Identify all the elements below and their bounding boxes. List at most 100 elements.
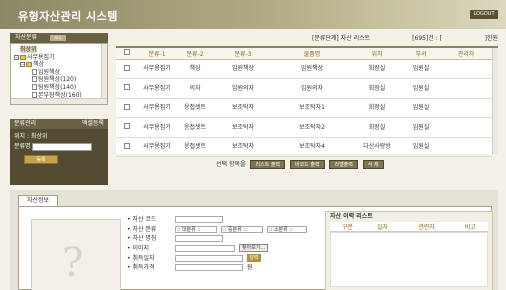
tree-item-desk[interactable]: − 책상 xyxy=(14,61,104,69)
table-row[interactable]: 사무용집기 응접셋트 보조탁자 보조탁자1 회장실 임원실 xyxy=(116,98,492,118)
tree-item-label: 임원책상 xyxy=(38,68,61,76)
category-tree: 최상위 − 사무용집기 − 책상 임원책상 팀원책상(120) 팀원책상(140) … xyxy=(10,43,108,105)
image-path-input[interactable] xyxy=(175,245,235,253)
excel-register-link[interactable]: 엑셀등록 xyxy=(82,119,104,129)
asset-name-input[interactable] xyxy=(175,235,223,243)
col-header[interactable]: 분류-3 xyxy=(214,48,272,60)
col-header[interactable]: 구분 xyxy=(330,222,366,232)
question-mark-icon: ? xyxy=(62,240,84,286)
col-header[interactable]: 물품명 xyxy=(272,48,352,60)
major-category-select[interactable]: :: 대분류 :: xyxy=(175,225,217,233)
history-list xyxy=(330,232,488,287)
row-checkbox[interactable] xyxy=(124,142,130,149)
col-header[interactable]: 관리자 xyxy=(440,48,492,60)
table-cell: 응접셋트 xyxy=(176,137,214,157)
tree-item-root[interactable]: 최상위 xyxy=(14,46,104,54)
select-all-checkbox[interactable] xyxy=(124,49,130,56)
acquired-date-input[interactable] xyxy=(175,254,243,262)
asset-photo-placeholder: ? xyxy=(31,219,121,290)
tree-header: 자산분류 ALL xyxy=(10,33,108,43)
logout-button[interactable]: LOGOUT xyxy=(470,10,498,19)
table-cell xyxy=(440,78,492,99)
field-label: • 자산 코드 xyxy=(127,216,157,223)
tree-item-team-desk-120[interactable]: 팀원책상(120) xyxy=(14,76,104,84)
field-label: • 이미지 xyxy=(127,245,150,253)
table-row[interactable]: 사무용집기 응접셋트 보조탁자 보조탁자4 다산사랑방 임원실 xyxy=(116,137,492,157)
delete-button[interactable]: 삭 제 xyxy=(362,160,384,169)
table-cell xyxy=(440,117,492,138)
asset-code-input[interactable] xyxy=(175,216,223,223)
mgmt-header: 분류관리 엑셀등록 xyxy=(10,119,108,129)
app-title: 유형자산관리 시스템 xyxy=(18,10,118,23)
tree-item-team-desk-140[interactable]: 팀원책상(140) xyxy=(14,83,104,92)
browse-button[interactable]: 찾아보기... xyxy=(239,244,269,253)
row-checkbox[interactable] xyxy=(124,64,130,71)
collapse-icon[interactable]: − xyxy=(14,54,19,60)
table-row[interactable]: 사무용집기 의자 임원의자 임원의자 회장실 임원실 xyxy=(116,78,492,99)
field-label: • 취득가격 xyxy=(127,264,155,272)
middle-category-select[interactable]: :: 중분류 :: xyxy=(221,225,263,233)
asset-detail-section: 자산정보 ? • 자산 코드 • 자산 분류 :: 대분류 :: :: 중분류 … xyxy=(10,190,498,290)
price-input[interactable] xyxy=(175,264,243,272)
collapse-icon[interactable]: − xyxy=(20,62,25,68)
grid-scrollbar[interactable] xyxy=(492,48,498,154)
col-header[interactable]: 분류-1 xyxy=(138,48,176,60)
col-header[interactable]: 부서 xyxy=(402,48,440,60)
col-header[interactable]: 비고 xyxy=(452,222,488,232)
field-label: • 자산 분류 xyxy=(127,225,157,233)
calendar-button[interactable]: 달력 xyxy=(247,253,261,262)
document-icon xyxy=(32,91,37,98)
row-checkbox[interactable] xyxy=(124,123,130,130)
field-label: • 자산 명칭 xyxy=(127,235,157,243)
row-checkbox[interactable] xyxy=(124,103,130,110)
history-title: 자산 이력 리스트 xyxy=(330,213,373,220)
tree-scrollbar-horizontal[interactable] xyxy=(11,98,107,104)
table-cell: 임원실 xyxy=(402,78,440,99)
field-label: • 취득일자 xyxy=(127,254,155,262)
category-name-input[interactable] xyxy=(32,142,93,151)
list-total: [695]건 : [ xyxy=(412,35,442,42)
table-cell: 사무용집기 xyxy=(138,98,176,118)
table-cell: 회장실 xyxy=(352,117,402,138)
register-button[interactable]: 등록 xyxy=(24,155,58,164)
table-cell: 응접셋트 xyxy=(176,117,214,138)
price-unit: 원 xyxy=(247,264,253,272)
col-header[interactable]: 분류-2 xyxy=(176,48,214,60)
document-icon xyxy=(32,83,37,90)
list-header: [분류단계] 자산 리스트 [695]건 : [ ]한원 xyxy=(116,33,498,43)
table-cell: 보조탁자 xyxy=(214,137,272,157)
list-total-end: ]한원 xyxy=(484,35,498,42)
tree-scrollbar-vertical[interactable] xyxy=(101,44,107,104)
select-all-cell[interactable] xyxy=(116,48,138,60)
print-label-button[interactable]: 라벨출력 xyxy=(329,160,358,169)
table-cell: 임원의자 xyxy=(272,78,352,99)
asset-list-grid: 분류-1 분류-2 분류-3 물품명 위치 부서 관리자 사무용집기 책상 임원… xyxy=(116,46,498,157)
grid-header-row: 분류-1 분류-2 분류-3 물품명 위치 부서 관리자 xyxy=(116,48,492,60)
tree-item-label: 사무용집기 xyxy=(27,53,55,61)
table-cell: 임원실 xyxy=(402,98,440,118)
tree-title: 자산분류 xyxy=(15,34,38,41)
row-checkbox[interactable] xyxy=(124,84,130,91)
print-barcode-button[interactable]: 바코드 출력 xyxy=(289,160,325,169)
table-row[interactable]: 사무용집기 책상 임원책상 임원책상 회장실 임원실 xyxy=(116,59,492,79)
asset-form: • 자산 코드 • 자산 분류 :: 대분류 :: :: 중분류 :: :: 소… xyxy=(127,215,307,273)
table-cell: 보조탁자4 xyxy=(272,137,352,157)
all-button[interactable]: ALL xyxy=(50,35,66,41)
table-cell: 사무용집기 xyxy=(138,78,176,99)
table-cell: 응접셋트 xyxy=(176,98,214,118)
table-cell: 사무용집기 xyxy=(138,117,176,138)
table-row[interactable]: 사무용집기 응접셋트 보조탁자 보조탁자2 회장실 임원실 xyxy=(116,117,492,138)
history-header-row: 구분 일자 관련자 비고 xyxy=(330,222,488,232)
tab-asset-info[interactable]: 자산정보 xyxy=(18,195,58,206)
col-header[interactable]: 위치 xyxy=(352,48,402,60)
minor-category-select[interactable]: :: 소분류 :: xyxy=(267,225,307,233)
app-header: 유형자산관리 시스템 LOGOUT xyxy=(0,0,506,29)
col-header[interactable]: 관련자 xyxy=(400,222,453,232)
print-list-button[interactable]: 리스트 출력 xyxy=(250,160,286,169)
mgmt-panel: 위치 : 최상위 분류명 등록 xyxy=(10,129,108,185)
tree-item-office[interactable]: − 사무용집기 xyxy=(14,54,104,62)
table-cell: 회장실 xyxy=(352,59,402,79)
table-cell: 보조탁자1 xyxy=(272,98,352,118)
folder-icon xyxy=(26,62,32,68)
col-header[interactable]: 일자 xyxy=(365,222,401,232)
